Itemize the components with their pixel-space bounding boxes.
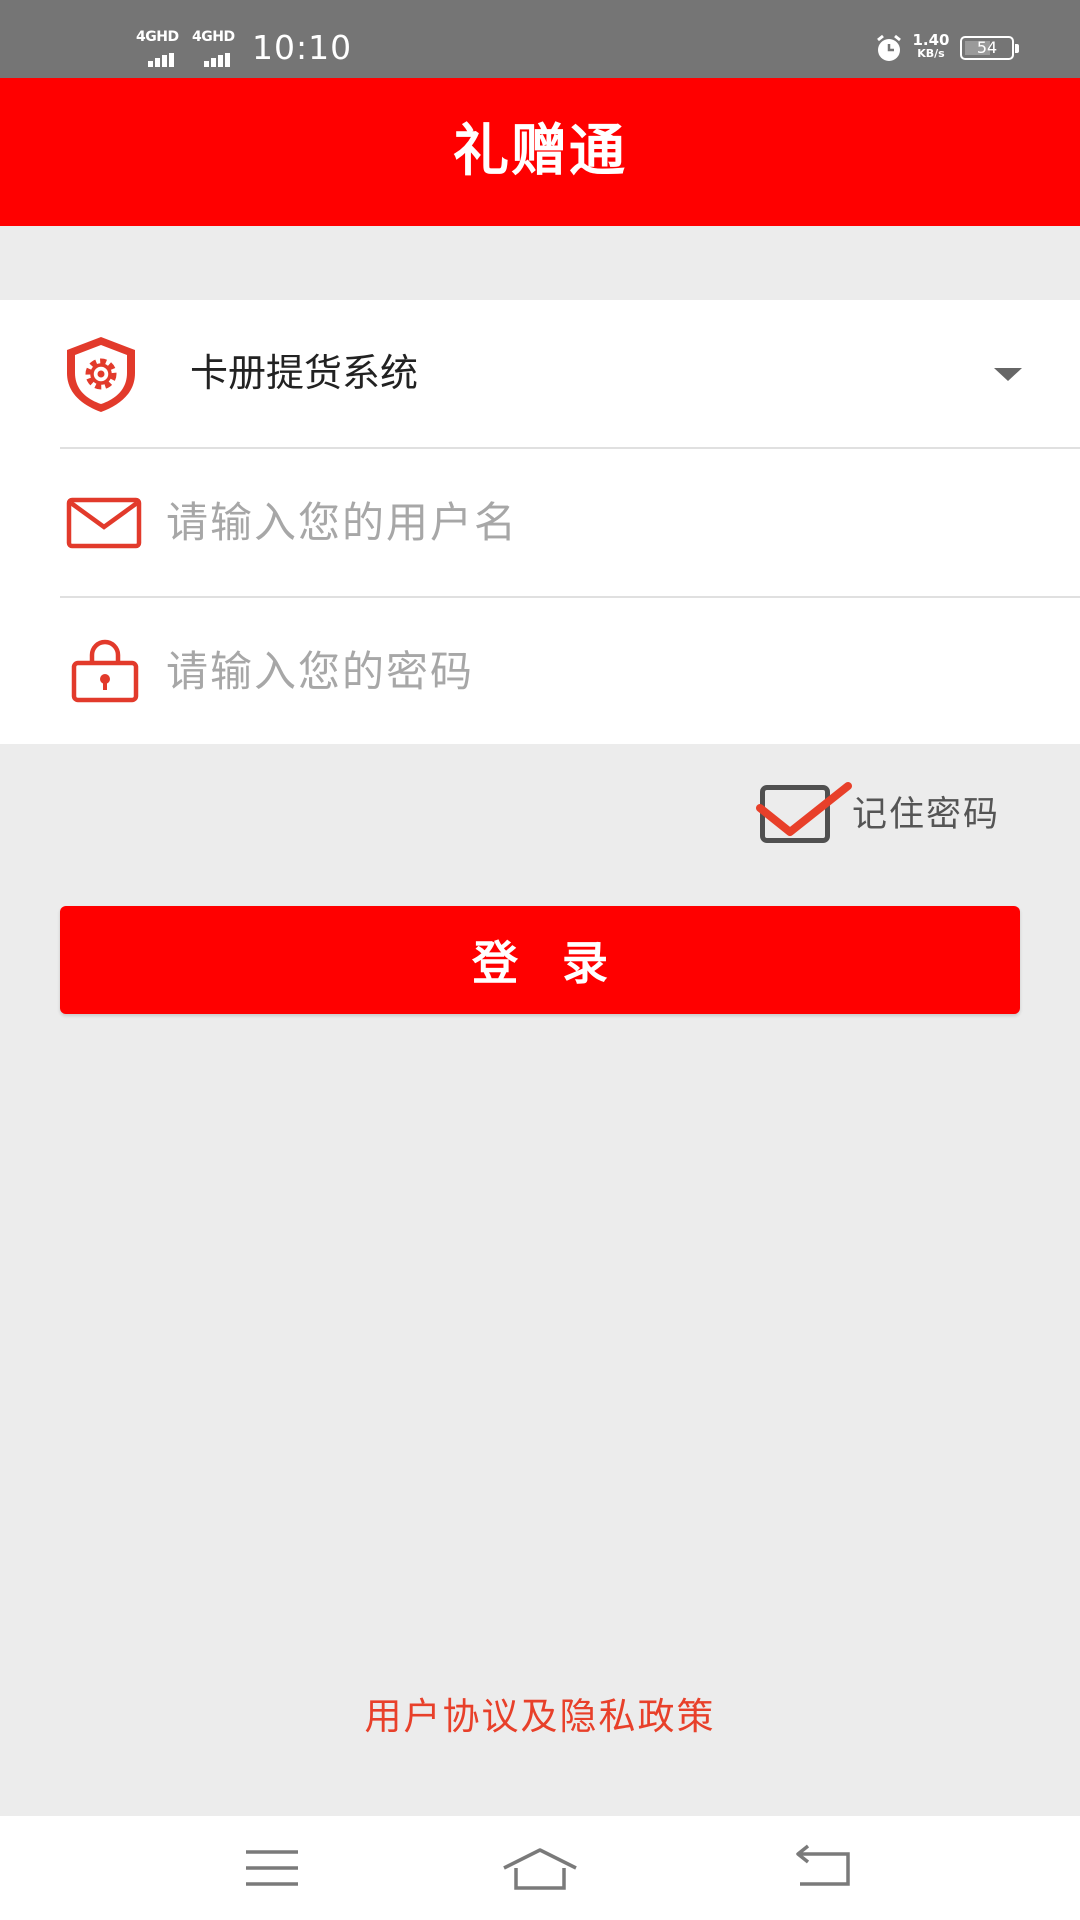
network-type-2: 4GHD xyxy=(192,29,235,45)
username-row xyxy=(60,449,1080,598)
mail-icon xyxy=(66,497,142,548)
network-type-1: 4GHD xyxy=(136,29,179,45)
lock-icon xyxy=(71,639,139,703)
alarm-icon xyxy=(877,34,901,61)
speed-unit: KB/s xyxy=(917,47,945,60)
battery-level: 54 xyxy=(976,38,998,57)
login-button[interactable]: 登录 xyxy=(60,906,1020,1014)
privacy-policy-link[interactable]: 用户协议及隐私政策 xyxy=(0,1692,1080,1742)
battery-icon: 54 xyxy=(960,36,1019,60)
login-form: 卡册提货系统 xyxy=(0,300,1080,745)
status-bar: 4GHD 4GHD 10:10 1.40 KB/s 54 xyxy=(0,0,1080,78)
signal-bars-2-icon xyxy=(204,48,232,67)
back-icon[interactable] xyxy=(764,1816,884,1920)
password-input[interactable] xyxy=(166,598,1026,745)
shield-gear-icon xyxy=(67,336,135,412)
remember-password[interactable]: 记住密码 xyxy=(756,782,1026,848)
network-speed: 1.40 KB/s xyxy=(910,33,952,60)
system-nav-bar xyxy=(0,1816,1080,1920)
menu-icon[interactable] xyxy=(212,1816,332,1920)
checkbox-checked-icon xyxy=(756,782,852,836)
password-row xyxy=(60,598,1080,745)
signal-bars-1-icon xyxy=(148,48,176,67)
username-input[interactable] xyxy=(166,449,1026,596)
signal-2: 4GHD xyxy=(192,29,242,67)
status-time: 10:10 xyxy=(252,28,353,67)
system-select[interactable]: 卡册提货系统 xyxy=(60,300,1080,449)
home-icon[interactable] xyxy=(480,1816,600,1920)
app-title: 礼赠通 xyxy=(453,119,627,184)
remember-label: 记住密码 xyxy=(852,795,1001,835)
chevron-down-icon xyxy=(994,368,1022,381)
system-select-value: 卡册提货系统 xyxy=(190,351,419,395)
app-bar: 礼赠通 xyxy=(0,78,1080,226)
signal-1: 4GHD xyxy=(136,29,186,67)
